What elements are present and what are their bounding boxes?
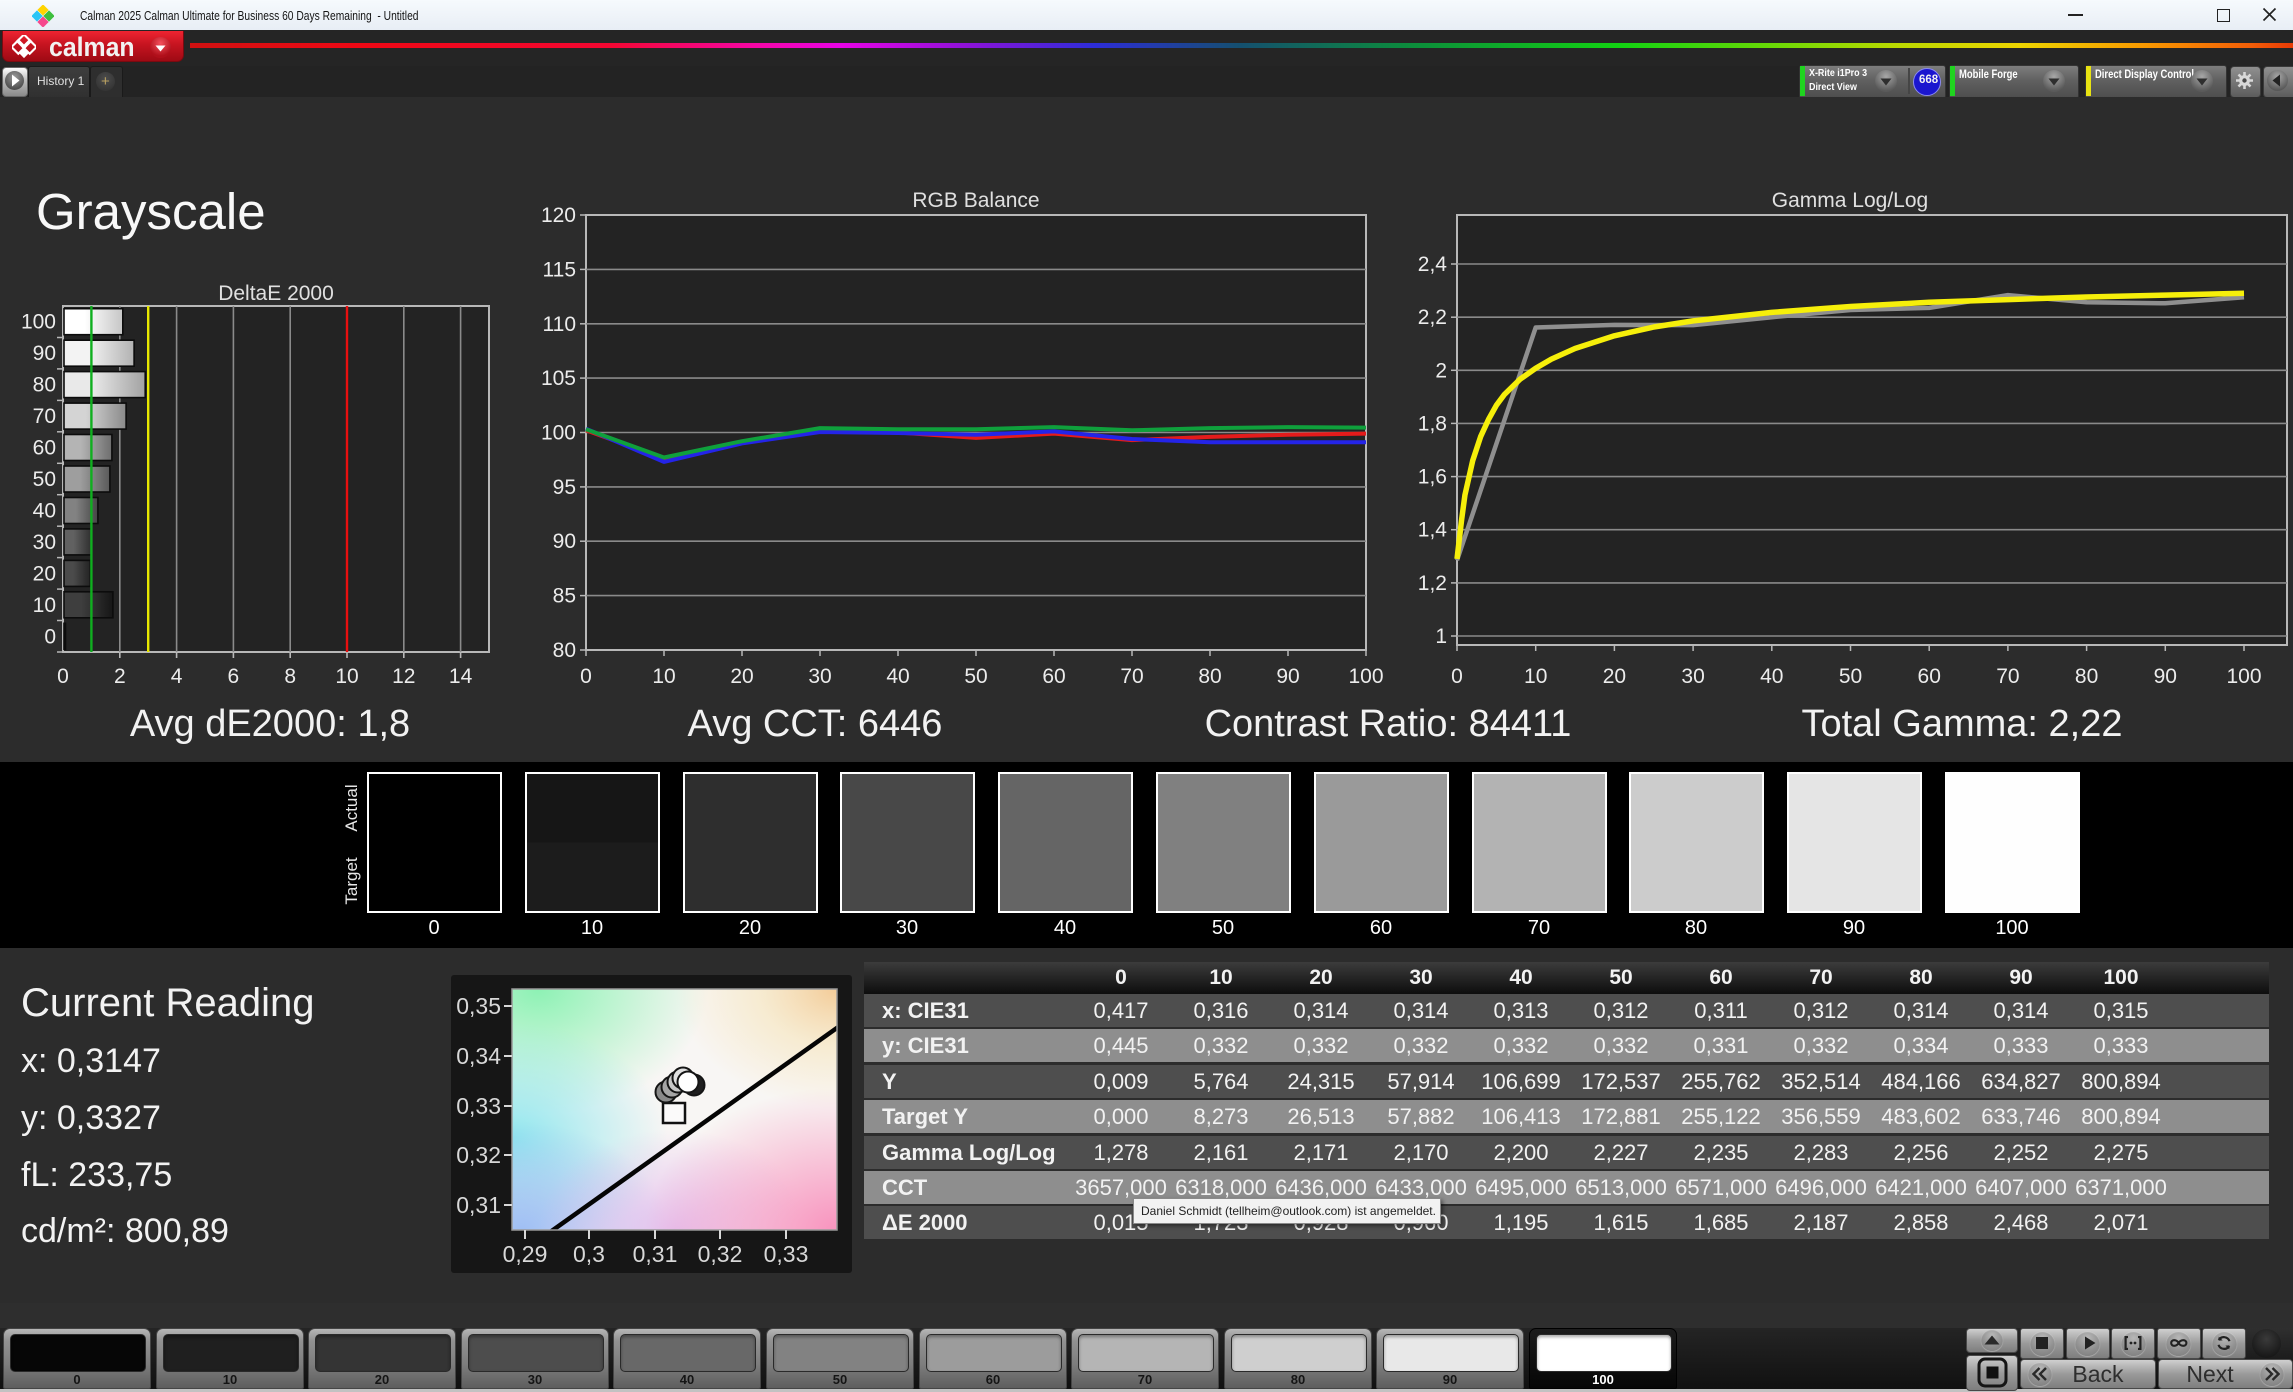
svg-text:0,3: 0,3: [573, 1241, 605, 1267]
svg-text:0,33: 0,33: [764, 1241, 809, 1267]
svg-text:0,29: 0,29: [503, 1241, 548, 1267]
svg-text:0,32: 0,32: [456, 1142, 501, 1168]
svg-text:0,33: 0,33: [456, 1093, 501, 1119]
svg-text:0,31: 0,31: [633, 1241, 678, 1267]
svg-text:0,31: 0,31: [456, 1192, 501, 1218]
svg-text:0,32: 0,32: [698, 1241, 743, 1267]
svg-text:0,34: 0,34: [456, 1043, 501, 1069]
svg-text:0,35: 0,35: [456, 993, 501, 1019]
